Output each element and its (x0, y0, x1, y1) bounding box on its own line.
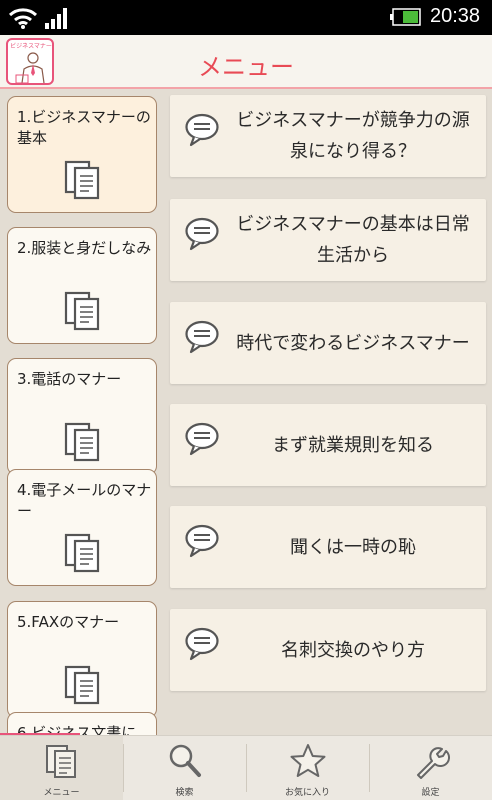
article-title: ビジネスマナーが競争力の源泉になり得る？ (236, 110, 470, 162)
article-title: 聞くは一時の恥 (290, 536, 416, 558)
status-bar: 20:38 (0, 0, 492, 35)
category-label: 3.電話のマナー (17, 370, 122, 388)
article-item-2[interactable]: ビジネスマナーの基本は日常生活から (170, 199, 486, 281)
signal-icon (45, 8, 67, 29)
speech-bubble-icon (185, 627, 219, 661)
nav-label: お気に入り (284, 788, 330, 798)
magnifier-icon (169, 744, 201, 777)
article-item-6[interactable]: 名刺交換のやり方 (170, 609, 486, 691)
nav-label: メニュー (43, 788, 80, 798)
category-label: 4.電子メールのマナー (17, 481, 152, 520)
nav-label: 設定 (421, 788, 440, 798)
nav-label: 検索 (175, 788, 194, 798)
documents-icon (64, 422, 100, 462)
category-label: 2.服装と身だしなみ (17, 239, 152, 257)
category-card-5[interactable]: 5.FAXのマナー (7, 601, 157, 718)
page-title: メニュー (198, 53, 294, 81)
documents-icon (64, 291, 100, 331)
nav-search[interactable]: 検索 (123, 736, 246, 800)
article-list[interactable]: ビジネスマナーが競争力の源泉になり得る？ ビジネスマナーの基本は日常生活から 時… (170, 89, 486, 735)
documents-icon (64, 160, 100, 200)
documents-icon (64, 665, 100, 705)
category-label: 1.ビジネスマナーの基本 (17, 108, 151, 147)
speech-bubble-icon (185, 422, 219, 456)
category-card-2[interactable]: 2.服装と身だしなみ (7, 227, 157, 344)
category-list[interactable]: 1.ビジネスマナーの基本 2.服装と身だしなみ 3.電話のマナー 4.電子メール… (0, 89, 165, 735)
article-item-5[interactable]: 聞くは一時の恥 (170, 506, 486, 588)
nav-menu[interactable]: メニュー (0, 736, 123, 800)
speech-bubble-icon (185, 524, 219, 558)
speech-bubble-icon (185, 320, 219, 354)
category-card-4[interactable]: 4.電子メールのマナー (7, 469, 157, 586)
battery-icon (390, 8, 421, 26)
wrench-icon (417, 747, 450, 779)
article-title: ビジネスマナーの基本は日常生活から (236, 214, 470, 266)
category-card-6[interactable]: 6.ビジネス文書に (7, 712, 157, 735)
article-item-3[interactable]: 時代で変わるビジネスマナー (170, 302, 486, 384)
article-title: 時代で変わるビジネスマナー (236, 332, 470, 354)
nav-favorites[interactable]: お気に入り (246, 736, 369, 800)
category-card-1[interactable]: 1.ビジネスマナーの基本 (7, 96, 157, 213)
nav-settings[interactable]: 設定 (369, 736, 492, 800)
category-label: 5.FAXのマナー (17, 613, 120, 631)
wifi-icon (8, 8, 38, 29)
app-header: ビジネスマナー メニュー (0, 35, 492, 89)
documents-icon (64, 533, 100, 573)
article-title: まず就業規則を知る (272, 434, 434, 456)
documents-icon (46, 745, 76, 778)
clock: 20:38 (430, 5, 481, 27)
category-card-3[interactable]: 3.電話のマナー (7, 358, 157, 475)
bottom-navigation: メニュー 検索 お気に入り 設定 (0, 735, 492, 800)
article-title: 名刺交換のやり方 (281, 639, 425, 661)
speech-bubble-icon (185, 113, 219, 147)
article-item-1[interactable]: ビジネスマナーが競争力の源泉になり得る？ (170, 95, 486, 177)
star-icon (290, 744, 326, 777)
article-item-4[interactable]: まず就業規則を知る (170, 404, 486, 486)
speech-bubble-icon (185, 217, 219, 251)
content-area: 1.ビジネスマナーの基本 2.服装と身だしなみ 3.電話のマナー 4.電子メール… (0, 89, 492, 735)
